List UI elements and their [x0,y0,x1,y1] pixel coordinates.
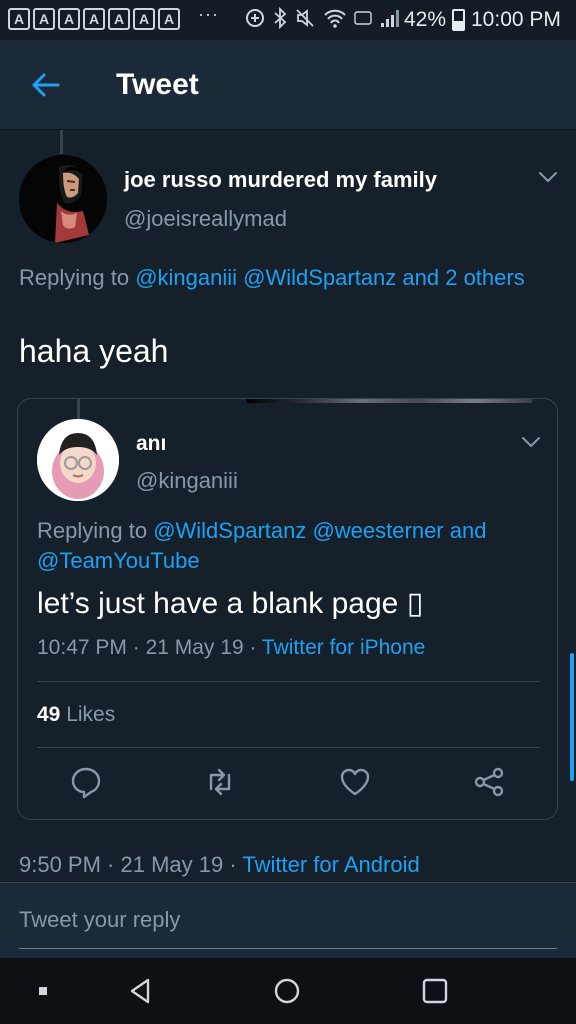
tweet-date: 21 May 19 [120,852,224,877]
reply-input[interactable]: Tweet your reply [19,905,557,949]
system-icons [244,7,401,29]
likes-number: 49 [37,703,61,726]
avatar-image [37,419,119,501]
app-notification-icon: A [83,8,105,30]
replying-to: Replying to @WildSpartanz @weesterner an… [37,516,537,576]
chevron-down-icon[interactable] [538,170,558,184]
divider [37,747,540,748]
share-icon[interactable] [472,765,506,799]
scrollbar[interactable] [570,653,574,781]
bluetooth-icon [274,7,287,29]
reply-composer: Tweet your reply [0,882,576,958]
tweet-date: 21 May 19 [145,636,244,659]
tweet-source-link[interactable]: Twitter for Android [242,852,419,877]
tweet-timestamp: 9:50 PM · 21 May 19 · Twitter for Androi… [19,852,420,878]
tweet-timestamp: 10:47 PM · 21 May 19 · Twitter for iPhon… [37,636,425,660]
replying-to-label: Replying to [19,265,136,290]
notification-icons: A A A A A A A [8,8,180,30]
display-name[interactable]: anı [136,432,166,456]
separator: · [100,852,121,877]
mute-icon [296,9,314,27]
back-nav-icon[interactable] [124,974,158,1008]
likes-label: Likes [60,703,116,726]
app-notification-icon: A [58,8,80,30]
app-notification-icon: A [108,8,130,30]
quoted-tweet-card[interactable]: anı @kinganiii Replying to @WildSpartanz… [17,398,558,820]
overflow-dots-icon: ··· [198,4,219,24]
avatar[interactable] [37,419,119,501]
app-notification-icon: A [33,8,55,30]
display-name[interactable]: joe russo murdered my family [124,167,437,193]
back-arrow-icon[interactable] [28,68,62,102]
tweet-text: let’s just have a blank page ▯ [37,587,424,620]
page-title: Tweet [116,68,199,101]
status-bar: A A A A A A A ··· 42% 10:00 PM [0,0,576,40]
avatar-image [19,155,107,243]
replying-to-label: Replying to [37,518,154,543]
home-nav-icon[interactable] [270,974,304,1008]
system-nav-bar [0,958,576,1024]
like-icon[interactable] [338,765,372,799]
wifi-icon [324,9,346,28]
tweet-text: haha yeah [19,333,169,369]
thread-line [60,130,63,154]
separator: · [223,852,243,877]
chevron-down-icon[interactable] [521,435,541,449]
battery-percent: 42% [404,8,447,31]
app-notification-icon: A [158,8,180,30]
avatar[interactable] [19,155,107,243]
tweet-time: 10:47 PM [37,636,127,659]
replying-to: Replying to @kinganiii @WildSpartanz and… [19,262,539,293]
replying-to-links[interactable]: @kinganiii @WildSpartanz and 2 others [135,265,525,290]
app-notification-icon: A [8,8,30,30]
thread-line [77,399,80,419]
recent-dot-icon [39,987,47,995]
separator: · [126,636,146,659]
media-strip [246,399,532,403]
separator: · [243,636,262,659]
tweet-source-link[interactable]: Twitter for iPhone [262,636,425,659]
recents-nav-icon[interactable] [418,974,452,1008]
divider [37,681,540,682]
clock: 10:00 PM [471,8,561,31]
battery-icon [452,9,465,31]
lte-icon [354,11,372,25]
retweet-icon[interactable] [203,765,237,799]
tweet-time: 9:50 PM [19,852,101,877]
reply-icon[interactable] [69,765,103,799]
user-handle[interactable]: @kinganiii [136,468,238,494]
app-header: Tweet [0,40,576,130]
user-handle[interactable]: @joeisreallymad [124,206,287,232]
signal-icon [381,10,399,27]
data-saver-icon [246,9,264,27]
app-notification-icon: A [133,8,155,30]
likes-count[interactable]: 49 Likes [37,703,115,727]
